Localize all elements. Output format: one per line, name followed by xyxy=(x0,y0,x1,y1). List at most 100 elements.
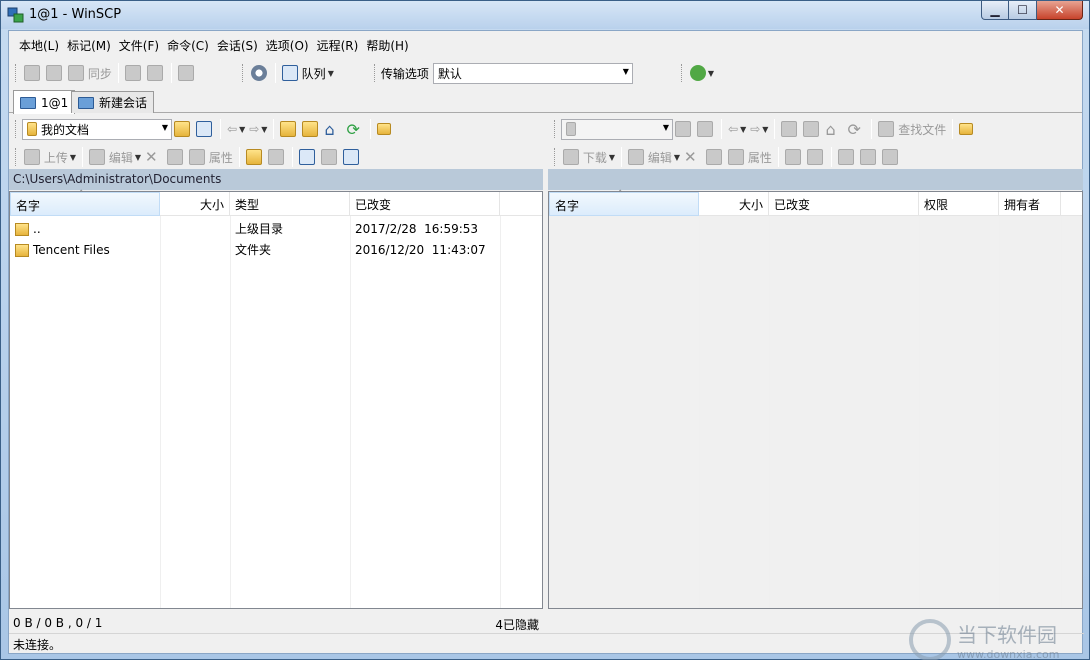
table-row[interactable]: .. 上级目录 2017/2/28 16:59:53 xyxy=(10,218,542,239)
minimize-button[interactable]: ▁ xyxy=(981,1,1009,20)
unselect-button[interactable] xyxy=(858,146,880,168)
back-button[interactable]: ⇦ ▼ xyxy=(225,118,247,140)
menu-file[interactable]: 文件(F) xyxy=(115,37,163,54)
find-files-button[interactable]: 查找文件 xyxy=(876,118,948,140)
menu-remote[interactable]: 远程(R) xyxy=(313,37,363,54)
open-dir-button[interactable] xyxy=(172,118,194,140)
queue-label: 队列 xyxy=(301,66,326,81)
menu-local[interactable]: 本地(L) xyxy=(15,37,63,54)
queue-button[interactable]: 队列 ▼ xyxy=(280,62,336,84)
column-permissions[interactable]: 权限 xyxy=(919,192,999,216)
refresh-button[interactable]: ⟳ xyxy=(845,118,867,140)
remote-file-toolbar: 下载 ▼ 编辑 ▼ ✕ 属性 xyxy=(548,143,1083,171)
upload-icon xyxy=(24,149,40,165)
maximize-button[interactable]: ☐ xyxy=(1009,1,1037,20)
forward-button[interactable]: ⇨ ▼ xyxy=(247,118,269,140)
refresh-button[interactable]: ⟳ xyxy=(344,118,366,140)
close-button[interactable]: ✕ xyxy=(1037,1,1083,20)
menu-command[interactable]: 命令(C) xyxy=(163,37,213,54)
local-location-select[interactable]: 我的文档 ▼ xyxy=(22,118,172,140)
invert-selection-button[interactable] xyxy=(341,146,363,168)
root-dir-button[interactable] xyxy=(300,118,322,140)
table-row[interactable]: Tencent Files 文件夹 2016/12/20 11:43:07 xyxy=(10,239,542,260)
console-button[interactable] xyxy=(123,62,145,84)
tab-session-1[interactable]: 1@1 xyxy=(13,90,76,114)
column-name[interactable]: ˆ 名字 xyxy=(549,190,699,216)
local-file-list[interactable]: ˆ 名字 大小 类型 已改变 .. 上级目录 2017/2/28 16:59:5… xyxy=(9,190,543,609)
back-button[interactable]: ⇦ ▼ xyxy=(726,118,748,140)
column-name[interactable]: ˆ 名字 xyxy=(10,190,160,216)
upload-button[interactable]: 上传 ▼ xyxy=(22,146,78,168)
chevron-down-icon: ▼ xyxy=(662,122,669,132)
toolbar-grip[interactable] xyxy=(15,64,18,82)
home-button[interactable]: ⌂ xyxy=(322,118,344,140)
new-folder-button[interactable] xyxy=(783,146,805,168)
toolbar-grip[interactable] xyxy=(15,148,18,166)
local-path-bar[interactable]: C:\Users\Administrator\Documents xyxy=(9,169,543,190)
column-type[interactable]: 类型 xyxy=(230,192,350,216)
new-session-dropdown[interactable]: ▼ xyxy=(688,62,716,84)
select-all-button[interactable] xyxy=(297,146,319,168)
toolbar-grip[interactable] xyxy=(680,64,684,82)
edit-label: 编辑 xyxy=(108,150,133,165)
sync-browse-button[interactable] xyxy=(44,62,66,84)
menu-session[interactable]: 会话(S) xyxy=(213,37,262,54)
tab-new-session[interactable]: 新建会话 xyxy=(71,91,155,113)
download-button[interactable]: 下载 ▼ xyxy=(561,146,617,168)
menu-options[interactable]: 选项(O) xyxy=(262,37,313,54)
properties-button[interactable]: 属性 xyxy=(726,146,774,168)
parent-folder-icon xyxy=(280,121,297,137)
toolbar-grip[interactable] xyxy=(241,64,245,82)
hidden-count[interactable]: 4已隐藏 xyxy=(495,616,539,632)
home-button[interactable]: ⌂ xyxy=(823,118,845,140)
session-info-button[interactable] xyxy=(176,62,198,84)
title-bar[interactable]: 1@1 - WinSCP ▁ ☐ ✕ xyxy=(1,1,1089,29)
menu-mark[interactable]: 标记(M) xyxy=(63,37,115,54)
properties-button[interactable]: 属性 xyxy=(187,146,235,168)
filter-button[interactable] xyxy=(695,118,717,140)
tree-button[interactable] xyxy=(375,118,397,140)
compare-dirs-button[interactable] xyxy=(22,62,44,84)
menu-bar: 本地(L) 标记(M) 文件(F) 命令(C) 会话(S) 选项(O) 远程(R… xyxy=(9,31,1082,59)
unselect-button[interactable] xyxy=(319,146,341,168)
root-dir-button[interactable] xyxy=(801,118,823,140)
putty-button[interactable] xyxy=(145,62,167,84)
parent-dir-button[interactable] xyxy=(779,118,801,140)
tree-button[interactable] xyxy=(957,118,979,140)
toolbar-grip[interactable] xyxy=(554,148,557,166)
column-owner[interactable]: 拥有者 xyxy=(999,192,1061,216)
select-all-button[interactable] xyxy=(836,146,858,168)
open-dir-button[interactable] xyxy=(673,118,695,140)
edit-button[interactable]: 编辑 ▼ xyxy=(87,146,143,168)
remote-location-select[interactable]: ▼ xyxy=(561,118,673,140)
chevron-down-icon: ▼ xyxy=(161,122,168,132)
remote-file-list[interactable]: ˆ 名字 大小 已改变 权限 拥有者 xyxy=(548,190,1083,609)
rename-button[interactable] xyxy=(165,146,187,168)
column-filler xyxy=(500,192,542,216)
transfer-options-select[interactable]: 默认 ▼ xyxy=(432,62,633,84)
column-changed[interactable]: 已改变 xyxy=(350,192,500,216)
toolbar-grip[interactable] xyxy=(554,120,557,138)
new-file-button[interactable] xyxy=(805,146,827,168)
new-folder-button[interactable] xyxy=(244,146,266,168)
toolbar-grip[interactable] xyxy=(15,120,18,138)
edit-button[interactable]: 编辑 ▼ xyxy=(626,146,682,168)
column-changed[interactable]: 已改变 xyxy=(769,192,919,216)
sync-button[interactable]: 同步 xyxy=(66,62,114,84)
toolbar-grip[interactable] xyxy=(373,64,377,82)
parent-dir-button[interactable] xyxy=(278,118,300,140)
rename-button[interactable] xyxy=(704,146,726,168)
new-file-button[interactable] xyxy=(266,146,288,168)
filter-button[interactable] xyxy=(194,118,216,140)
preferences-button[interactable] xyxy=(249,62,271,84)
invert-selection-button[interactable] xyxy=(880,146,902,168)
remote-path-bar[interactable] xyxy=(548,169,1083,190)
column-size[interactable]: 大小 xyxy=(160,192,230,216)
panel-splitter[interactable] xyxy=(543,169,548,609)
forward-button[interactable]: ⇨ ▼ xyxy=(748,118,770,140)
delete-button[interactable]: ✕ xyxy=(143,146,165,168)
column-size[interactable]: 大小 xyxy=(699,192,769,216)
delete-button[interactable]: ✕ xyxy=(682,146,704,168)
menu-help[interactable]: 帮助(H) xyxy=(362,37,412,54)
local-file-toolbar: 上传 ▼ 编辑 ▼ ✕ 属性 xyxy=(9,143,543,171)
